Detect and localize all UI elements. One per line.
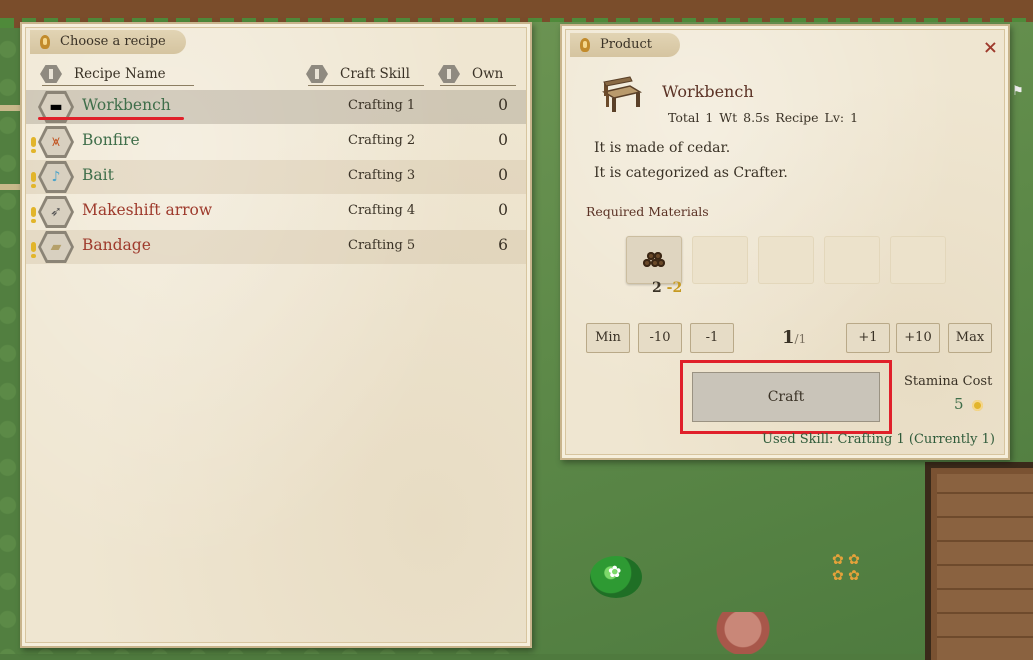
sort-icon[interactable]	[40, 65, 62, 83]
recipe-own: 0	[498, 96, 508, 114]
recipe-name: Bandage	[82, 236, 151, 254]
recipe-skill: Crafting 1	[348, 98, 416, 113]
warning-icon	[30, 242, 37, 258]
flower-bush	[590, 556, 642, 598]
product-panel: Product × Workbench Total 1 Wt 8.5s Reci…	[560, 24, 1010, 460]
material-slot-empty	[692, 236, 748, 284]
recipe-skill: Crafting 4	[348, 203, 416, 218]
panel-title: Choose a recipe	[60, 34, 166, 49]
product-stats: Total 1 Wt 8.5s Recipe Lv: 1	[668, 110, 859, 125]
arrow-icon: ➶	[38, 196, 74, 228]
column-header-name[interactable]: Recipe Name	[42, 64, 194, 86]
fence	[0, 184, 20, 190]
bait-icon: ♪	[38, 161, 74, 193]
used-skill-text: Used Skill: Crafting 1 (Currently 1)	[762, 432, 995, 447]
quantity-display: 1/1	[782, 327, 807, 348]
stamina-icon	[972, 400, 983, 411]
recipe-row-makeshift-arrow[interactable]: ➶ Makeshift arrow Crafting 4 0	[26, 195, 526, 229]
product-description: It is made of cedar.	[594, 140, 731, 156]
recipe-row-bonfire[interactable]: ⩙ Bonfire Crafting 2 0	[26, 125, 526, 159]
flowers-sprite: ✿ ✿ ✿ ✿	[832, 552, 860, 584]
recipe-name: Bonfire	[82, 131, 140, 149]
qty-plus1-button[interactable]: +1	[846, 323, 890, 353]
qty-plus10-button[interactable]: +10	[896, 323, 940, 353]
panel-title-tab: Product	[570, 33, 680, 57]
material-count: 2 -2	[652, 280, 682, 296]
sort-icon[interactable]	[306, 65, 328, 83]
recipe-name: Workbench	[82, 96, 171, 114]
recipe-list-panel: Choose a recipe Recipe Name Craft Skill …	[20, 22, 532, 648]
recipe-name: Bait	[82, 166, 114, 184]
pin-icon	[580, 38, 590, 52]
pin-icon	[40, 35, 50, 49]
warning-icon	[30, 137, 37, 153]
close-icon[interactable]: ×	[983, 37, 998, 58]
recipe-skill: Crafting 3	[348, 168, 416, 183]
qty-max-button[interactable]: Max	[948, 323, 992, 353]
recipe-own: 0	[498, 201, 508, 219]
stamina-cost-label: Stamina Cost	[904, 374, 993, 389]
warning-icon	[30, 207, 37, 223]
qty-minus1-button[interactable]: -1	[690, 323, 734, 353]
fence	[0, 105, 20, 111]
recipe-own: 0	[498, 131, 508, 149]
required-materials-label: Required Materials	[586, 204, 709, 219]
material-slot[interactable]	[626, 236, 682, 284]
stamina-cost-value: 5	[954, 395, 964, 413]
log-pile-icon	[643, 251, 665, 269]
column-header-own[interactable]: Own	[440, 64, 516, 86]
recipe-row-bandage[interactable]: ▰ Bandage Crafting 5 6	[26, 230, 526, 264]
material-slot-empty	[758, 236, 814, 284]
dirt-path	[0, 0, 1033, 28]
recipe-skill: Crafting 2	[348, 133, 416, 148]
material-slot-empty	[890, 236, 946, 284]
material-slot-empty	[824, 236, 880, 284]
material-need: -2	[666, 280, 683, 296]
bandage-icon: ▰	[38, 231, 74, 263]
recipe-own: 0	[498, 166, 508, 184]
bonfire-icon: ⩙	[38, 126, 74, 158]
sort-icon[interactable]	[438, 65, 460, 83]
craft-button[interactable]: Craft	[692, 372, 880, 422]
signpost-icon: ⚑	[1012, 84, 1024, 99]
recipe-row-bait[interactable]: ♪ Bait Crafting 3 0	[26, 160, 526, 194]
material-have: 2	[652, 280, 662, 296]
panel-title: Product	[600, 37, 652, 52]
workbench-icon	[602, 76, 642, 112]
qty-minus10-button[interactable]: -10	[638, 323, 682, 353]
recipe-skill: Crafting 5	[348, 238, 416, 253]
column-header-skill[interactable]: Craft Skill	[308, 64, 424, 86]
mushroom-sprite	[716, 612, 770, 654]
selection-underline	[38, 117, 184, 120]
house-roof	[925, 462, 1033, 660]
qty-min-button[interactable]: Min	[586, 323, 630, 353]
panel-title-tab: Choose a recipe	[30, 30, 186, 54]
warning-icon	[30, 172, 37, 188]
recipe-own: 6	[498, 236, 508, 254]
product-name: Workbench	[662, 82, 754, 101]
recipe-name: Makeshift arrow	[82, 201, 213, 219]
product-category: It is categorized as Crafter.	[594, 165, 788, 181]
